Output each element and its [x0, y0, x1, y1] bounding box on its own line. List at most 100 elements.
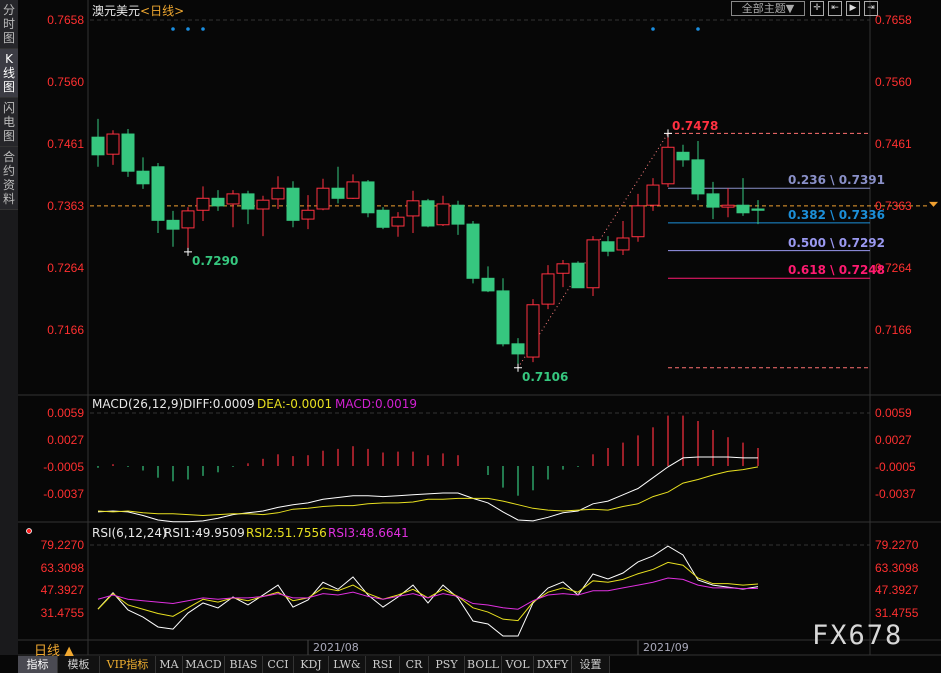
indicator-tab[interactable]: PSY [429, 656, 465, 673]
x-axis-label: 2021/09 [643, 641, 689, 654]
macd-legend-dea: DEA:-0.0001 [257, 397, 333, 411]
themes-dropdown[interactable]: 全部主题▼ [731, 1, 805, 16]
indicator-tab[interactable]: LW& [329, 656, 366, 673]
candle-down [421, 200, 435, 227]
rsi-axis-label-right: 31.4755 [875, 606, 919, 621]
macd-axis-label-right: 0.0027 [875, 433, 912, 447]
indicator-tab[interactable]: BOLL [465, 656, 502, 673]
candle-up [256, 199, 270, 210]
price-axis-label-right: 0.7658 [875, 13, 912, 27]
rsi-settings-icon [26, 528, 32, 534]
extreme-crosshair-icon [184, 247, 192, 256]
candle-down [331, 187, 345, 199]
candle-up [181, 210, 195, 229]
indicator-tab[interactable]: VIP指标 [100, 656, 156, 673]
dea-line [97, 466, 759, 517]
rsi1-line [97, 545, 759, 637]
period-label: <日线> [140, 4, 185, 18]
candle-up [436, 203, 450, 226]
extreme-price-label: 0.7290 [192, 253, 239, 268]
indicator-tab[interactable]: DXFY [534, 656, 572, 673]
candle-down [736, 204, 750, 214]
indicator-tab[interactable]: BIAS [225, 656, 263, 673]
rsi-axis-label-right: 47.3927 [875, 583, 919, 598]
candle-up [271, 187, 285, 200]
candle-down [706, 193, 720, 208]
play-forward-icon[interactable]: ▶ [846, 1, 860, 16]
candle-down [451, 204, 465, 225]
fib-level-label: 0.236 \ 0.7391 [788, 173, 886, 188]
extreme-crosshair-icon [514, 363, 522, 372]
candle-down [211, 197, 225, 207]
indicator-tab[interactable]: 设置 [572, 656, 610, 673]
price-axis-label-left: 0.7560 [47, 74, 84, 89]
event-marker-dot [696, 27, 700, 31]
symbol-name: 澳元美元 [92, 4, 141, 18]
indicator-toolbar: 指标 模板 VIP指标 MA MACD BIAS CCI KDJ LW& RSI CR PSY BOLL… [18, 656, 610, 673]
rsi-axis-label-left: 31.4755 [40, 606, 84, 621]
rsi2-line [97, 561, 759, 622]
rsi-legend-rsi2: RSI2:51.7556 [246, 526, 327, 540]
candle-up [661, 146, 675, 185]
candle-down [751, 208, 765, 211]
indicator-tab[interactable]: MACD [183, 656, 225, 673]
rsi-axis-label-right: 63.3098 [875, 560, 919, 575]
indicator-tab[interactable]: 模板 [58, 656, 100, 673]
candle-down [691, 159, 705, 195]
candle-up [346, 181, 360, 199]
extreme-price-label: 0.7106 [522, 369, 569, 384]
x-axis-label: 2021/08 [313, 641, 359, 654]
macd-axis-label-left: 0.0059 [47, 406, 84, 420]
rsi-axis-label-right: 79.2270 [875, 538, 919, 552]
candle-down [136, 170, 150, 185]
indicator-tab[interactable]: VOL [502, 656, 534, 673]
fib-level-label: 0.618 \ 0.7248 [788, 263, 886, 278]
candle-down [151, 166, 165, 221]
candle-down [166, 219, 180, 230]
rsi-legend-rsi3: RSI3:48.6641 [328, 526, 409, 540]
macd-axis-label-right: -0.0005 [875, 460, 916, 474]
chart-title: 澳元美元<日线> [92, 2, 184, 19]
candle-down [511, 343, 525, 355]
rsi-axis-label-left: 79.2270 [40, 538, 84, 552]
candle-up [106, 133, 120, 155]
fib-level-label: 0.382 \ 0.7336 [788, 207, 886, 222]
candle-up [541, 273, 555, 305]
price-axis-label-right: 0.7560 [875, 74, 912, 89]
candle-down [121, 133, 135, 172]
rsi-legend-rsi1: RSI1:49.9509 [164, 526, 245, 540]
zoom-left-icon[interactable]: ⇤ [828, 1, 842, 16]
macd-legend-diff: DIFF:0.0009 [183, 397, 255, 411]
rsi-axis-label-left: 63.3098 [40, 560, 84, 575]
indicator-tab[interactable]: RSI [366, 656, 400, 673]
current-price-marker-icon [929, 201, 938, 207]
indicator-tab[interactable]: CCI [263, 656, 294, 673]
chart-canvas[interactable] [0, 0, 941, 673]
indicator-tab[interactable]: CR [400, 656, 429, 673]
candle-up [586, 239, 600, 289]
price-axis-label-left: 0.7461 [47, 137, 84, 152]
extreme-price-label: 0.7478 [672, 119, 719, 134]
watermark: FX678 [812, 620, 904, 651]
candle-up [226, 193, 240, 205]
candle-down [286, 187, 300, 221]
macd-legend-macd: MACD:0.0019 [335, 397, 418, 411]
crosshair-icon[interactable]: ✛ [810, 1, 824, 16]
event-marker-dot [171, 27, 175, 31]
indicator-tab[interactable]: 指标 [18, 656, 58, 673]
fib-level-label: 0.500 \ 0.7292 [788, 235, 886, 250]
event-marker-dot [186, 27, 190, 31]
indicator-tab[interactable]: KDJ [294, 656, 329, 673]
price-axis-label-left: 0.7363 [47, 198, 84, 213]
candle-down [481, 277, 495, 292]
candle-down [571, 262, 585, 289]
price-axis-label-right: 0.7166 [875, 322, 912, 337]
candle-down [91, 136, 105, 156]
candle-down [676, 151, 690, 161]
candle-down [466, 223, 480, 279]
candle-up [526, 304, 540, 358]
candle-up [301, 209, 315, 220]
price-axis-label-right: 0.7461 [875, 137, 912, 152]
indicator-tab[interactable]: MA [156, 656, 183, 673]
candle-up [646, 184, 660, 206]
